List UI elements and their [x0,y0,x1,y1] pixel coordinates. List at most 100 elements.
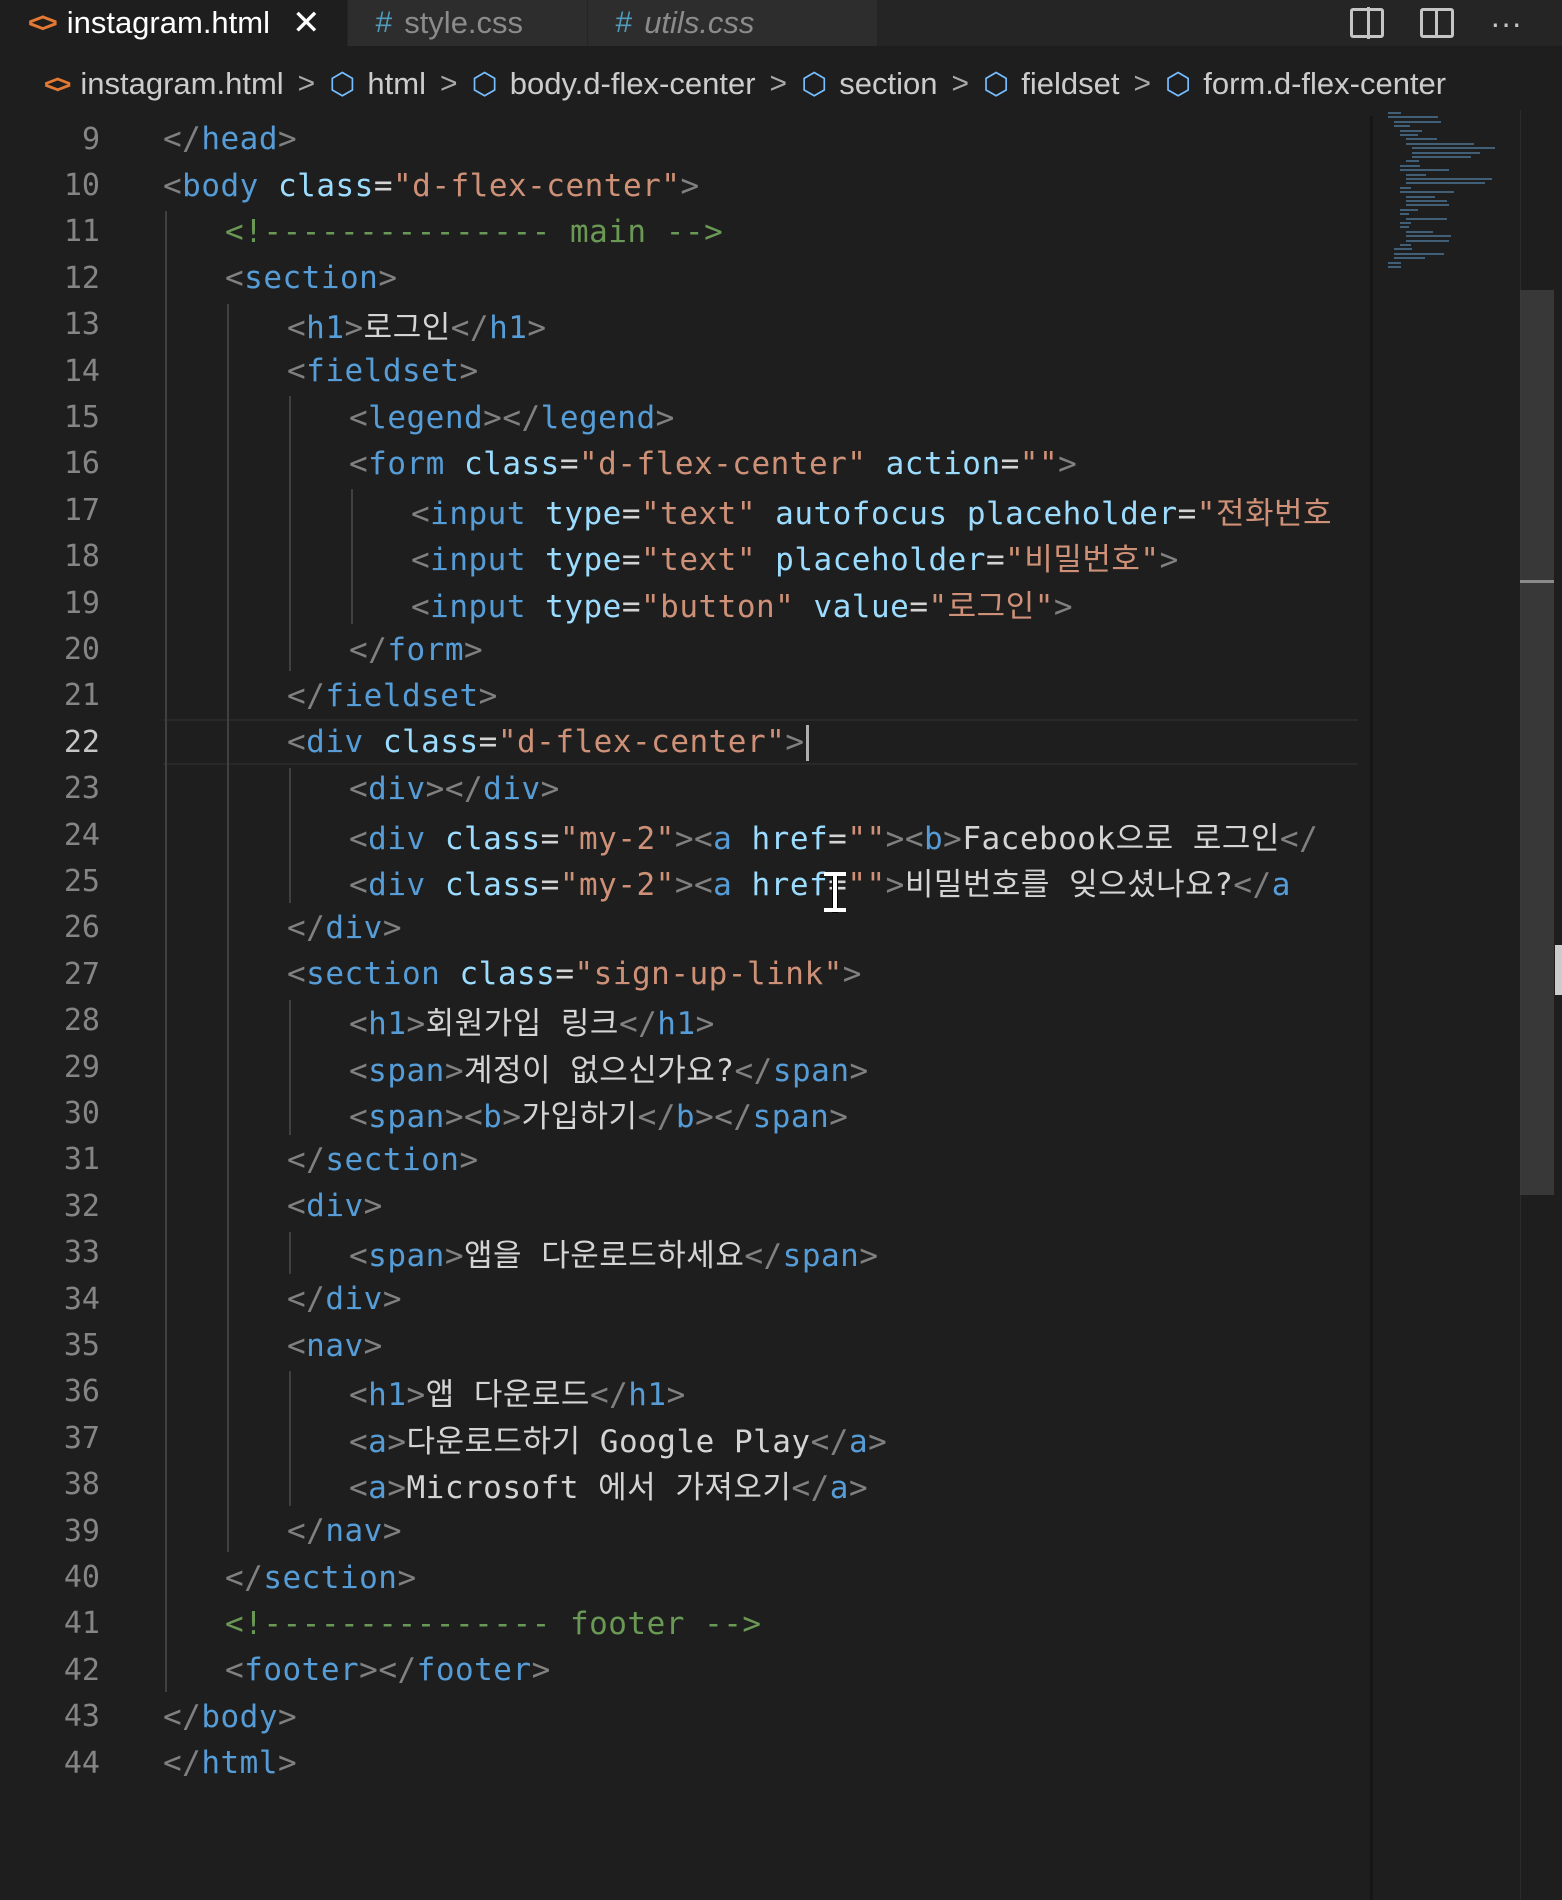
code-text[interactable]: <h1>회원가입 링크</h1> [349,998,715,1043]
split-editor-icon[interactable] [1420,8,1455,38]
code-line[interactable]: 31 </section> [0,1137,1370,1183]
code-line[interactable]: 16 <form class="d-flex-center" action=""> [0,441,1370,487]
code-line[interactable]: 38 <a>Microsoft 에서 가져오기</a> [0,1462,1370,1508]
code-line[interactable]: 11 <!--------------- main --> [0,209,1370,255]
tab-instagram-html[interactable]: <> instagram.html ✕ [0,0,348,46]
code-text[interactable]: </head> [163,121,297,157]
code-text[interactable]: </html> [163,1745,297,1781]
minimap-line [1406,235,1451,238]
line-number: 21 [63,678,100,714]
code-text[interactable]: <span>앱을 다운로드하세요</span> [349,1230,879,1275]
code-text[interactable]: <span>계정이 없으신가요?</span> [349,1045,869,1090]
code-line[interactable]: 20 </form> [0,626,1370,672]
close-icon[interactable]: ✕ [292,3,321,43]
code-text[interactable]: </body> [163,1699,297,1735]
breadcrumb-html[interactable]: ⬡ html [329,66,426,102]
code-text[interactable]: </form> [349,632,483,668]
line-number: 41 [63,1606,100,1642]
minimap-line [1400,186,1411,189]
code-text[interactable]: </nav> [287,1513,402,1549]
code-line[interactable]: 34 </div> [0,1276,1370,1322]
code-text[interactable]: <section class="sign-up-link"> [287,956,862,992]
code-text[interactable]: <h1>앱 다운로드</h1> [349,1369,686,1414]
code-text[interactable]: <input type="text" autofocus placeholder… [411,488,1332,533]
code-editor[interactable]: 9 </head> 10 <body class="d-flex-center"> 11… [0,116,1562,1900]
code-text[interactable]: <div> [287,1188,383,1224]
code-text[interactable]: <footer></footer> [225,1652,551,1688]
code-line[interactable]: 23 <div></div> [0,766,1370,812]
code-text[interactable]: <h1>로그인</h1> [287,302,547,347]
breadcrumb-form[interactable]: ⬡ form.d-flex-center [1165,66,1446,102]
code-line[interactable]: 22 <div class="d-flex-center"> [0,719,1370,765]
code-line[interactable]: 13 <h1>로그인</h1> [0,302,1370,348]
open-changes-icon[interactable] [1350,7,1385,39]
code-text[interactable]: <input type="text" placeholder="비밀번호"> [411,534,1179,579]
line-number: 16 [63,446,100,482]
code-line[interactable]: 40 </section> [0,1554,1370,1600]
code-text[interactable]: <!--------------- footer --> [225,1606,762,1642]
breadcrumb: <> instagram.html > ⬡ html > ⬡ body.d-fl… [0,58,1446,110]
scrollbar-thumb[interactable] [1520,290,1554,1195]
breadcrumb-section[interactable]: ⬡ section [801,66,937,102]
code-text[interactable]: <div class="my-2"><a href="">비밀번호를 잊으셨나요… [349,859,1291,904]
code-line[interactable]: 32 <div> [0,1183,1370,1229]
breadcrumb-file[interactable]: <> instagram.html [44,66,284,102]
code-line[interactable]: 36 <h1>앱 다운로드</h1> [0,1369,1370,1415]
code-line[interactable]: 35 <nav> [0,1322,1370,1368]
code-line[interactable]: 17 <input type="text" autofocus placehold… [0,487,1370,533]
more-actions-icon[interactable]: ··· [1490,5,1522,42]
breadcrumb-body[interactable]: ⬡ body.d-flex-center [472,66,756,102]
minimap[interactable] [1384,112,1524,292]
code-text[interactable]: <div></div> [349,771,560,807]
code-line[interactable]: 19 <input type="button" value="로그인"> [0,580,1370,626]
code-line[interactable]: 39 </nav> [0,1508,1370,1554]
code-text[interactable]: <div class="d-flex-center"> [287,724,810,762]
line-number: 34 [63,1281,100,1317]
code-text[interactable]: <fieldset> [287,353,479,389]
code-line[interactable]: 44 </html> [0,1740,1370,1786]
code-text[interactable]: </section> [287,1142,479,1178]
code-line[interactable]: 14 <fieldset> [0,348,1370,394]
code-text[interactable]: <legend></legend> [349,400,675,436]
code-text[interactable]: </section> [225,1560,417,1596]
tab-label: style.css [404,5,524,40]
breadcrumb-fieldset[interactable]: ⬡ fieldset [983,66,1119,102]
code-line[interactable]: 10 <body class="d-flex-center"> [0,162,1370,208]
code-text[interactable]: <input type="button" value="로그인"> [411,581,1073,626]
code-line[interactable]: 41 <!--------------- footer --> [0,1601,1370,1647]
code-line[interactable]: 27 <section class="sign-up-link"> [0,951,1370,997]
code-line[interactable]: 24 <div class="my-2"><a href=""><b>Facebo… [0,812,1370,858]
code-text[interactable]: <form class="d-flex-center" action=""> [349,446,1077,482]
minimap-line [1400,226,1409,229]
code-text[interactable]: </div> [287,910,402,946]
code-line[interactable]: 42 <footer></footer> [0,1647,1370,1693]
code-line[interactable]: 18 <input type="text" placeholder="비밀번호"> [0,534,1370,580]
tab-style-css[interactable]: # style.css [347,0,588,46]
code-line[interactable]: 15 <legend></legend> [0,394,1370,440]
code-line[interactable]: 9 </head> [0,116,1370,162]
code-text[interactable]: <section> [225,260,398,296]
line-number: 32 [63,1188,100,1224]
code-line[interactable]: 21 </fieldset> [0,673,1370,719]
indent-guide [289,767,291,903]
code-line[interactable]: 30 <span><b>가입하기</b></span> [0,1090,1370,1136]
code-text[interactable]: </fieldset> [287,678,498,714]
code-text[interactable]: <nav> [287,1328,383,1364]
chevron-right-icon: > [1133,67,1152,100]
code-text[interactable]: <span><b>가입하기</b></span> [349,1091,848,1136]
code-line[interactable]: 29 <span>계정이 없으신가요?</span> [0,1044,1370,1090]
code-text[interactable]: <body class="d-flex-center"> [163,168,700,204]
code-text[interactable]: <!--------------- main --> [225,214,723,250]
code-line[interactable]: 12 <section> [0,255,1370,301]
code-line[interactable]: 33 <span>앱을 다운로드하세요</span> [0,1230,1370,1276]
code-line[interactable]: 26 </div> [0,905,1370,951]
code-text[interactable]: <a>다운로드하기 Google Play</a> [349,1416,887,1461]
code-line[interactable]: 25 <div class="my-2"><a href="">비밀번호를 잊으셨… [0,858,1370,904]
code-line[interactable]: 43 </body> [0,1694,1370,1740]
tab-utils-css[interactable]: # utils.css [587,0,878,46]
code-line[interactable]: 37 <a>다운로드하기 Google Play</a> [0,1415,1370,1461]
code-text[interactable]: <a>Microsoft 에서 가져오기</a> [349,1462,868,1507]
code-line[interactable]: 28 <h1>회원가입 링크</h1> [0,998,1370,1044]
code-text[interactable]: <div class="my-2"><a href=""><b>Facebook… [349,813,1318,858]
code-text[interactable]: </div> [287,1281,402,1317]
